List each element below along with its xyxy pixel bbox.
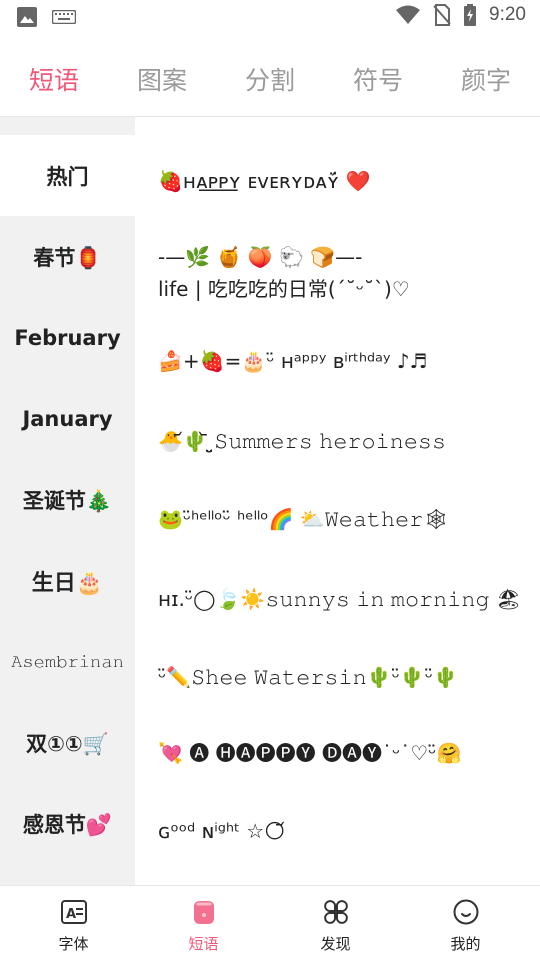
font-edit-icon: A [61,900,87,924]
category-thanksgiving[interactable]: 感恩节💕 [0,783,135,864]
category-hot[interactable]: 热门 [0,135,135,216]
tab-dividers[interactable]: 分割 [216,54,324,108]
tab-patterns[interactable]: 图案 [108,54,216,108]
nav-discover[interactable]: 发现 [268,886,403,960]
smile-profile-icon [453,899,479,925]
category-christmas[interactable]: 圣诞节🎄 [0,459,135,540]
phrase-item[interactable]: -—🌿 🍯 🍑 🐑 🍞—- life | 吃吃吃的日常(ˊ˘ᵕ˘ˋ)♡ [158,241,528,305]
chat-bubble-icon [194,901,214,924]
nav-discover-label: 发现 [320,935,351,953]
nav-profile[interactable]: 我的 [398,886,533,960]
status-time: 9:20 [489,4,526,25]
phrase-item[interactable]: 🍰+🍓=🎂ᵕ̈ ʜᵃᵖᵖʸ ʙⁱʳᵗʰᵈᵃʸ ♪♬ [158,345,528,377]
keyboard-icon [52,10,76,24]
category-sidebar: 热门 春节🏮 February January 圣诞节🎄 生日🎂 𝙰𝚜𝚎𝚖𝚋𝚛𝚒… [0,117,135,885]
phrase-item[interactable]: ᵕ̈✏️𝚂𝚑𝚎𝚎 𝚆𝚊𝚝𝚎𝚛𝚜𝚒𝚗🌵ᵕ̈🌵ᵕ̈🌵 [158,661,528,693]
phrase-item[interactable]: 🐣᷄🌵᷅ ̤̮𝚂𝚞𝚖𝚖𝚎𝚛𝚜 𝚑𝚎𝚛𝚘𝚒𝚗𝚎𝚜𝚜 [158,425,528,457]
nav-phrases[interactable]: 短语 [136,886,271,960]
nav-profile-label: 我的 [450,935,481,953]
tab-kaomoji[interactable]: 颜字 [432,54,540,108]
category-birthday[interactable]: 生日🎂 [0,540,135,621]
status-bar: 9:20 [0,0,540,36]
phrase-item[interactable]: 🐸ᵕ̈ʰᵉˡˡᵒᵕ̈ ʰᵉˡˡᵒ🌈 ⛅𝚆𝚎𝚊𝚝𝚑𝚎𝚛🕸 [158,503,528,535]
wifi-icon [396,5,421,24]
category-january[interactable]: January [0,378,135,459]
tab-symbols[interactable]: 符号 [324,54,432,108]
phrase-list: 🍓ʜᴀ͟ᴘ͟ᴘ͟ʏ ᴇᴠᴇʀʏᴅᴀʏ̈́ ❤️ -—🌿 🍯 🍑 🐑 🍞—- li… [135,117,540,885]
phrase-item[interactable]: ɢᵒᵒᵈ ɴⁱᵍʰᵗ ☆🌕᷄ [158,815,528,847]
category-styled-text[interactable]: 𝙰𝚜𝚎𝚖𝚋𝚛𝚒𝚗𝚊𝚗 [0,621,135,702]
sidebar-spacer [0,117,135,135]
phrase-item[interactable]: 💘 🅐 🅗🅐🅟🅟🅨 🅓🅐🅨˙ᵕ˙♡ᵕ̈🤗 [158,737,528,769]
no-sim-icon [433,4,451,26]
battery-charging-icon [464,4,477,26]
phrase-item[interactable]: ʜɪ.ᵕ̈◯🍃☀️𝚜𝚞𝚗𝚗𝚢𝚜 𝚒𝚗 𝚖𝚘𝚛𝚗𝚒𝚗𝚐 🏖 [158,583,528,615]
grid-discover-icon [324,900,348,924]
nav-phrases-label: 短语 [188,935,219,953]
bottom-nav: A 字体 短语 发现 我的 [0,885,540,960]
tab-phrases[interactable]: 短语 [0,54,108,108]
image-icon [17,7,37,27]
category-spring-festival[interactable]: 春节🏮 [0,216,135,297]
category-double-eleven[interactable]: 双①①🛒 [0,702,135,783]
top-tabs: 短语 图案 分割 符号 颜字 [0,54,540,112]
category-february[interactable]: February [0,297,135,378]
nav-fonts[interactable]: A 字体 [6,886,141,960]
phrase-item[interactable]: 🍓ʜᴀ͟ᴘ͟ᴘ͟ʏ ᴇᴠᴇʀʏᴅᴀʏ̈́ ❤️ [158,165,528,197]
svg-text:A: A [66,907,76,922]
nav-fonts-label: 字体 [58,935,89,953]
